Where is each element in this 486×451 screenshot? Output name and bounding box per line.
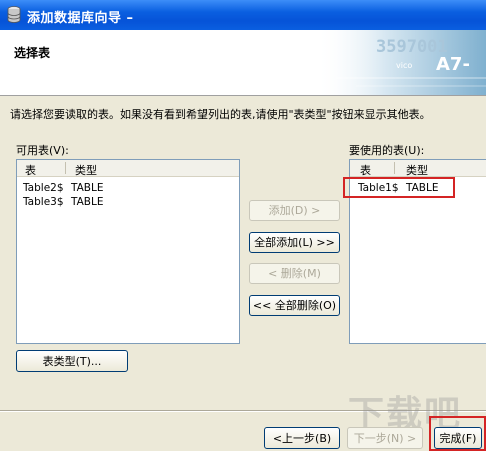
- remove-button[interactable]: < 删除(M): [249, 263, 340, 284]
- selected-tables-label: 要使用的表(U):: [349, 144, 425, 157]
- title-bar[interactable]: 添加数据库向导 –: [0, 0, 486, 30]
- window-title: 添加数据库向导 –: [27, 11, 134, 26]
- add-button[interactable]: 添加(D) >: [249, 200, 340, 221]
- list-item[interactable]: Table2$ TABLE: [17, 182, 239, 196]
- highlight-box-finish: [429, 416, 486, 451]
- available-list-header: 表 类型: [17, 160, 239, 177]
- col-header-type[interactable]: 类型: [75, 162, 97, 178]
- back-button[interactable]: <上一步(B): [264, 427, 340, 449]
- page-title: 选择表: [14, 46, 51, 60]
- col-header-table[interactable]: 表: [25, 162, 36, 178]
- col-header-type[interactable]: 类型: [406, 162, 428, 178]
- banner-text-2: A7-: [436, 54, 470, 75]
- table-name: Table2$: [23, 182, 64, 194]
- database-icon: [7, 6, 21, 23]
- banner-text-3: vico: [396, 61, 412, 70]
- table-name: Table3$: [23, 196, 64, 208]
- next-button[interactable]: 下一步(N) >: [347, 427, 423, 449]
- wizard-header: 选择表 3597001 A7- vico: [0, 30, 486, 96]
- remove-all-button[interactable]: << 全部删除(O): [249, 295, 340, 316]
- table-type: TABLE: [71, 196, 104, 208]
- selected-list-header: 表 类型: [350, 160, 486, 177]
- available-tables-list[interactable]: 表 类型 Table2$ TABLE Table3$ TABLE: [16, 159, 240, 344]
- col-header-table[interactable]: 表: [360, 162, 371, 178]
- table-type: TABLE: [71, 182, 104, 194]
- highlight-box-selected-table: [343, 177, 455, 198]
- instructions-text: 请选择您要读取的表。如果没有看到希望列出的表,请使用"表类型"按钮来显示其他表。: [10, 108, 431, 121]
- add-all-button[interactable]: 全部添加(L) >>: [249, 232, 340, 253]
- available-tables-label: 可用表(V):: [16, 144, 69, 157]
- header-banner-image: 3597001 A7- vico: [316, 30, 486, 95]
- list-item[interactable]: Table3$ TABLE: [17, 196, 239, 210]
- table-types-button[interactable]: 表类型(T)...: [16, 350, 128, 372]
